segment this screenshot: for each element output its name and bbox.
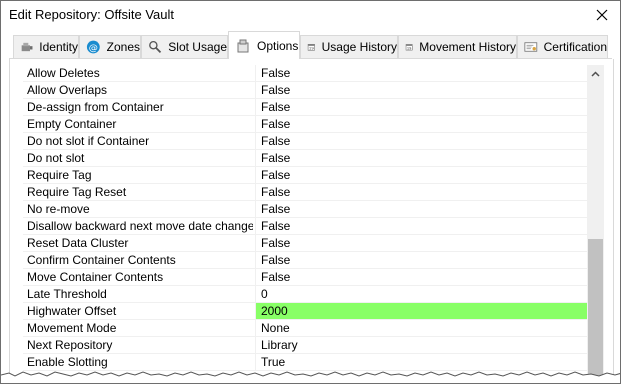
option-name: Do not slot	[27, 151, 85, 165]
option-value[interactable]: False	[256, 116, 595, 132]
option-row[interactable]: No re-move False	[23, 201, 595, 218]
option-value[interactable]: 0	[256, 286, 595, 302]
option-row[interactable]: Require Tag Reset False	[23, 184, 595, 201]
svg-text:19: 19	[407, 47, 412, 51]
option-name: Allow Deletes	[27, 66, 100, 80]
option-value[interactable]: False	[256, 269, 595, 285]
option-value[interactable]: False	[256, 99, 595, 115]
magnifier-icon	[149, 40, 162, 53]
option-value[interactable]: False	[256, 167, 595, 183]
option-name: Do not slot if Container	[27, 134, 150, 148]
option-value[interactable]: True	[256, 354, 595, 370]
options-panel: Allow Deletes False Allow Overlaps False D…	[9, 59, 614, 383]
tab-label: Options	[257, 38, 299, 53]
tab-label: Slot Usage	[168, 40, 227, 54]
title-bar: Edit Repository: Offsite Vault	[1, 1, 620, 29]
option-value[interactable]: None	[256, 320, 595, 336]
option-row[interactable]: Movement Mode None	[23, 320, 595, 337]
option-value[interactable]: False	[256, 133, 595, 149]
option-row[interactable]: Allow Overlaps False	[23, 82, 595, 99]
option-name: Disallow backward next move date changes	[27, 219, 253, 233]
option-row-selected[interactable]: Highwater Offset 2000	[23, 303, 595, 320]
options-grid: Allow Deletes False Allow Overlaps False D…	[23, 65, 595, 371]
scroll-thumb[interactable]	[588, 239, 603, 383]
option-name: Enable Slotting	[27, 355, 108, 369]
option-name: Require Tag	[27, 168, 92, 182]
option-value[interactable]: False	[256, 150, 595, 166]
tab-slot-usage[interactable]: Slot Usage	[141, 35, 228, 58]
chevron-up-icon	[591, 70, 600, 77]
option-row[interactable]: Empty Container False	[23, 116, 595, 133]
option-row[interactable]: Move Container Contents False	[23, 269, 595, 286]
option-row[interactable]: Next Repository Library	[23, 337, 595, 354]
option-value[interactable]: False	[256, 184, 595, 200]
tab-zones[interactable]: @ Zones	[79, 35, 141, 58]
svg-text:@: @	[89, 44, 98, 54]
scroll-up-button[interactable]	[587, 65, 604, 82]
calendar-icon: 19	[307, 44, 315, 51]
option-name: No re-move	[27, 202, 90, 216]
tab-usage-history[interactable]: 19 Usage History	[300, 35, 398, 58]
identity-icon	[21, 42, 33, 52]
option-row[interactable]: Confirm Container Contents False	[23, 252, 595, 269]
svg-text:19: 19	[309, 46, 314, 51]
option-row[interactable]: Do not slot if Container False	[23, 133, 595, 150]
option-name: Reset Data Cluster	[27, 236, 129, 250]
window-title: Edit Repository: Offsite Vault	[9, 7, 174, 22]
option-row[interactable]: Do not slot False	[23, 150, 595, 167]
tab-options[interactable]: Options	[228, 31, 300, 59]
certificate-icon	[524, 42, 538, 52]
option-name: Next Repository	[27, 338, 113, 352]
option-value[interactable]: False	[256, 252, 595, 268]
option-name: Highwater Offset	[27, 304, 117, 318]
option-row[interactable]: Require Tag False	[23, 167, 595, 184]
tab-label: Movement History	[419, 40, 516, 54]
tab-label: Zones	[106, 40, 140, 54]
options-icon	[237, 39, 249, 52]
edit-repository-window: Edit Repository: Offsite Vault Identity …	[0, 0, 621, 384]
option-row[interactable]: Late Threshold 0	[23, 286, 595, 303]
tab-label: Identity	[39, 40, 78, 54]
option-value[interactable]: False	[256, 65, 595, 81]
torn-edge	[1, 371, 620, 383]
close-icon	[596, 9, 608, 21]
option-value[interactable]: Library	[256, 337, 595, 353]
option-name: Allow Overlaps	[27, 83, 108, 97]
option-value[interactable]: False	[256, 218, 595, 234]
option-value[interactable]: False	[256, 235, 595, 251]
option-name: Empty Container	[27, 117, 117, 131]
option-name: Late Threshold	[27, 287, 107, 301]
option-name: Move Container Contents	[27, 270, 164, 284]
option-value[interactable]: False	[256, 201, 595, 217]
option-name: Confirm Container Contents	[27, 253, 176, 267]
tab-certification[interactable]: Certification	[517, 35, 608, 58]
option-name: Movement Mode	[27, 321, 117, 335]
close-button[interactable]	[584, 1, 620, 29]
option-row[interactable]: Disallow backward next move date changes…	[23, 218, 595, 235]
option-row[interactable]: De-assign from Container False	[23, 99, 595, 116]
zones-icon: @	[86, 40, 100, 54]
vertical-scrollbar[interactable]	[587, 65, 604, 383]
calendar-icon: 19	[405, 44, 413, 51]
tab-label: Usage History	[321, 40, 397, 54]
tab-label: Certification	[543, 40, 607, 54]
tab-movement-history[interactable]: 19 Movement History	[398, 35, 517, 58]
option-name: De-assign from Container	[27, 100, 164, 114]
option-name: Require Tag Reset	[27, 185, 127, 199]
tab-identity[interactable]: Identity	[13, 35, 79, 58]
option-row[interactable]: Allow Deletes False	[23, 65, 595, 82]
option-value[interactable]: False	[256, 82, 595, 98]
option-value-editor[interactable]: 2000	[256, 303, 595, 319]
option-row[interactable]: Reset Data Cluster False	[23, 235, 595, 252]
